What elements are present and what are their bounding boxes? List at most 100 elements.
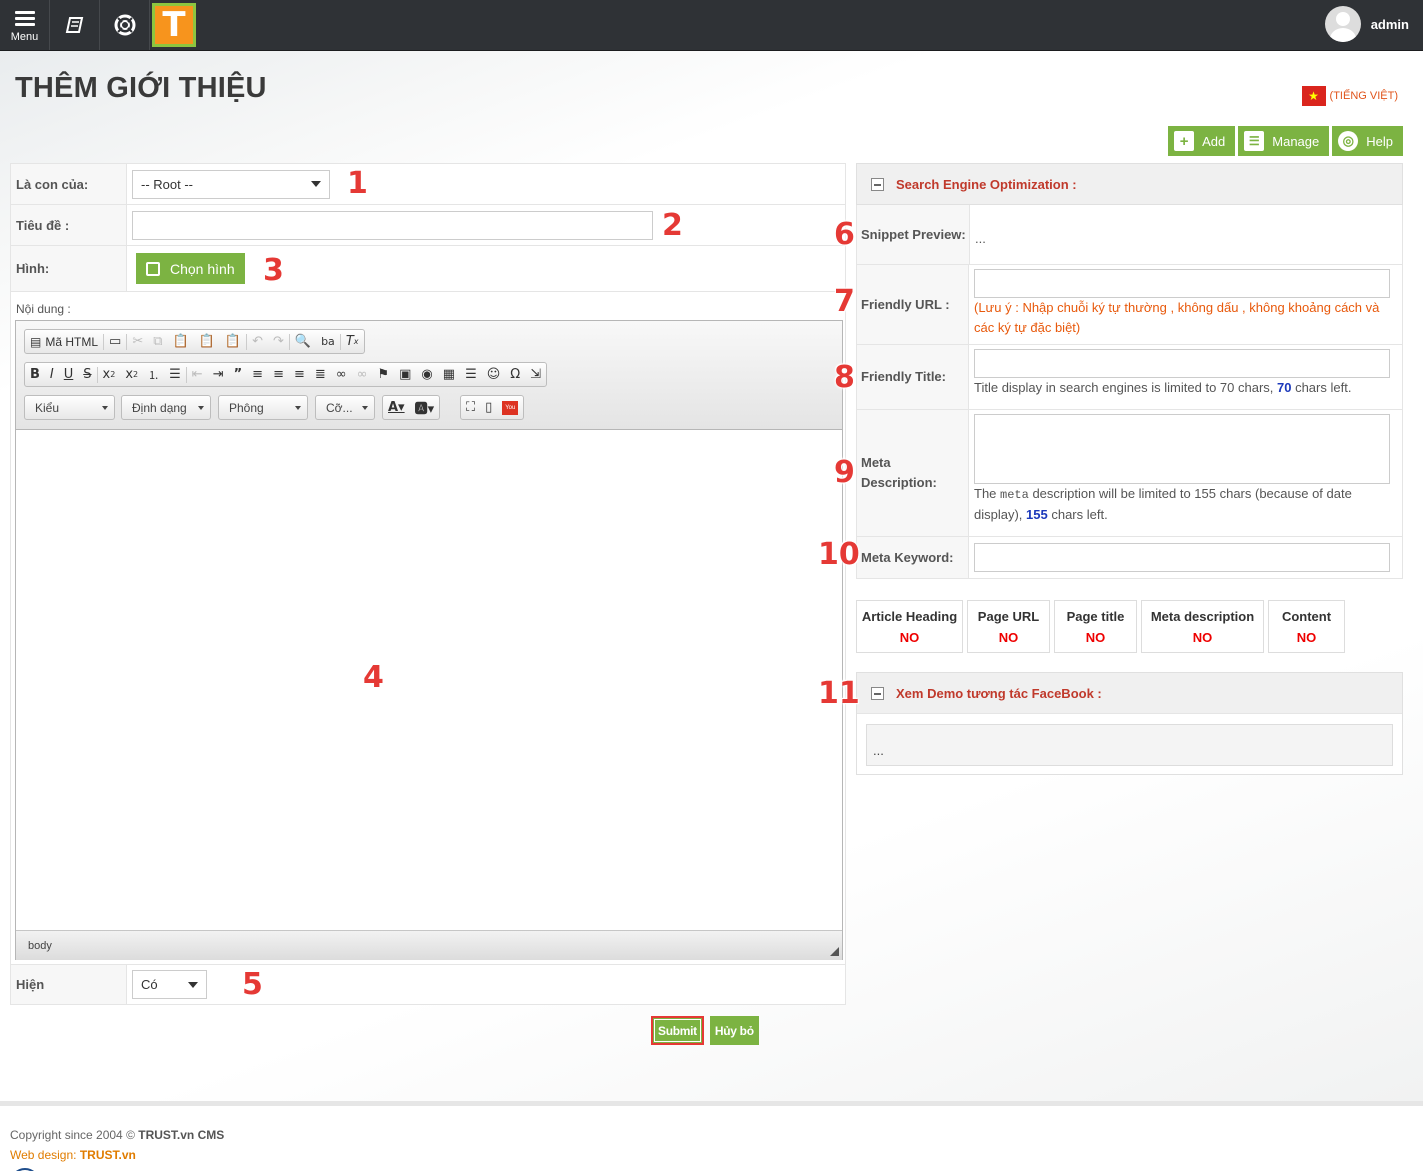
align-left-icon[interactable]: ≡ (247, 363, 268, 386)
facebook-preview: ... (866, 724, 1393, 766)
smiley-icon[interactable]: ☺ (482, 363, 506, 386)
username: admin (1370, 16, 1409, 32)
parent-label: Là con của: (11, 164, 127, 204)
replace-icon[interactable]: ba (316, 330, 340, 353)
language-switcher[interactable]: ★ (TIẾNG VIỆT) (1301, 86, 1398, 106)
menu-label: Menu (10, 30, 39, 43)
remove-format-icon[interactable]: Tx (341, 330, 364, 353)
trust-link[interactable]: TRUST.vn (80, 1148, 136, 1162)
parent-select[interactable]: -- Root -- (132, 169, 330, 199)
bold-icon[interactable]: B (25, 363, 45, 386)
resize-handle-icon[interactable] (830, 947, 839, 956)
show-blocks-icon[interactable]: ▯ (480, 396, 497, 419)
chevron-down-icon (295, 405, 301, 410)
visible-value: Có (141, 977, 158, 992)
snippet-label: Snippet Preview: (857, 205, 970, 264)
outdent-icon[interactable]: ⇤ (187, 363, 208, 386)
seo-header[interactable]: Search Engine Optimization : (856, 163, 1403, 205)
indent-icon[interactable]: ⇥ (208, 363, 229, 386)
strike-icon[interactable]: S (78, 363, 96, 386)
language-label: (TIẾNG VIỆT) (1329, 90, 1398, 102)
title-input[interactable] (132, 210, 653, 240)
collapse-icon[interactable] (871, 177, 884, 191)
paste-word-icon[interactable]: 📋 (220, 330, 246, 353)
lifebuoy-icon (114, 14, 135, 36)
table-icon[interactable]: ▦ (438, 363, 460, 386)
meta-keyword-input[interactable] (974, 543, 1390, 572)
add-button[interactable]: + Add (1168, 126, 1236, 156)
editor-toolbar: ▤ Mã HTML ▭ ✂ ⧉ 📋 📋 📋 ↶ ↷ 🔍 ba Tx B I U … (16, 321, 842, 430)
subscript-icon[interactable]: x2 (98, 363, 121, 386)
menu-button[interactable]: Menu (0, 0, 50, 50)
cancel-button[interactable]: Hủy bỏ (709, 1016, 759, 1045)
image-row: Hình: Chọn hình (10, 245, 846, 291)
page-break-icon[interactable]: ⇲ (525, 363, 546, 386)
numbered-list-icon[interactable]: ⒈ (143, 363, 164, 386)
superscript-icon[interactable]: x2 (120, 363, 143, 386)
justify-icon[interactable]: ≣ (310, 363, 331, 386)
find-icon[interactable]: 🔍 (290, 330, 316, 353)
align-right-icon[interactable]: ≡ (289, 363, 310, 386)
italic-icon[interactable]: I (45, 363, 59, 386)
brand-logo[interactable]: T (152, 3, 196, 47)
unlink-icon[interactable]: ∞ (352, 363, 373, 386)
element-path[interactable]: body (28, 940, 52, 952)
friendly-title-input[interactable] (974, 349, 1390, 378)
image-insert-icon[interactable]: ▣ (394, 363, 416, 386)
underline-icon[interactable]: U (59, 363, 79, 386)
align-center-icon[interactable]: ≡ (268, 363, 289, 386)
meta-description-label: Meta Description: (857, 410, 969, 536)
horizontal-rule-icon[interactable]: ☰ (460, 363, 482, 386)
blockquote-icon[interactable]: ” (229, 363, 248, 386)
style-combo[interactable]: Kiểu (24, 395, 115, 420)
copy-icon[interactable]: ⧉ (148, 330, 167, 353)
chevron-down-icon (102, 405, 108, 410)
visible-select[interactable]: Có (132, 970, 207, 999)
redo-icon[interactable]: ↷ (268, 330, 289, 353)
link-icon[interactable]: ∞ (331, 363, 352, 386)
check-article-heading: Article Heading NO (856, 600, 963, 653)
maximize-icon[interactable]: ⛶ (461, 396, 480, 419)
undo-icon[interactable]: ↶ (247, 330, 268, 353)
help-button[interactable]: ◎ Help (1332, 126, 1403, 156)
bg-color-icon[interactable]: 🅰▾ (410, 396, 440, 419)
manage-button[interactable]: ☰ Manage (1238, 126, 1330, 156)
flash-icon[interactable]: ◉ (416, 363, 437, 386)
bulleted-list-icon[interactable]: ☰ (164, 363, 186, 386)
annotation-marker: 1 (347, 166, 368, 201)
meta-description-textarea[interactable] (974, 414, 1390, 484)
size-combo[interactable]: Cỡ... (315, 395, 375, 420)
facebook-title: Xem Demo tương tác FaceBook : (896, 685, 1102, 701)
support-button[interactable] (100, 0, 150, 50)
font-combo[interactable]: Phông (218, 395, 308, 420)
annotation-marker: 4 (363, 660, 384, 695)
meta-keyword-label: Meta Keyword: (857, 537, 969, 578)
text-color-icon[interactable]: A▾ (383, 396, 410, 419)
meta-chars-left: 155 (1026, 507, 1048, 522)
toolbar-group-colors: A▾ 🅰▾ (382, 395, 441, 420)
paste-text-icon[interactable]: 📋 (194, 330, 220, 353)
top-bar: Menu T admin (0, 0, 1423, 51)
snippet-row: Snippet Preview: ... (856, 205, 1403, 265)
book-button[interactable] (50, 0, 100, 50)
facebook-header[interactable]: Xem Demo tương tác FaceBook : (857, 673, 1402, 714)
source-button[interactable]: ▤ Mã HTML (25, 330, 103, 353)
user-menu[interactable]: admin (1324, 6, 1409, 42)
submit-button[interactable]: Submit (651, 1016, 704, 1045)
cut-icon[interactable]: ✂ (127, 330, 148, 353)
editor-content-area[interactable] (16, 430, 842, 930)
youtube-icon[interactable]: You (497, 396, 523, 419)
format-combo[interactable]: Định dạng (121, 395, 211, 420)
paste-icon[interactable]: 📋 (168, 330, 194, 353)
annotation-marker: 7 (834, 284, 855, 319)
hamburger-icon (14, 8, 35, 29)
new-page-icon[interactable]: ▭ (104, 330, 126, 353)
choose-image-button[interactable]: Chọn hình (136, 253, 245, 284)
anchor-flag-icon[interactable]: ⚑ (372, 363, 394, 386)
collapse-icon[interactable] (871, 686, 884, 700)
friendly-url-input[interactable] (974, 269, 1390, 298)
check-page-url: Page URL NO (967, 600, 1050, 653)
chevron-down-icon (188, 981, 198, 988)
special-char-icon[interactable]: Ω (505, 363, 525, 386)
page-title: THÊM GIỚI THIỆU (15, 72, 267, 104)
